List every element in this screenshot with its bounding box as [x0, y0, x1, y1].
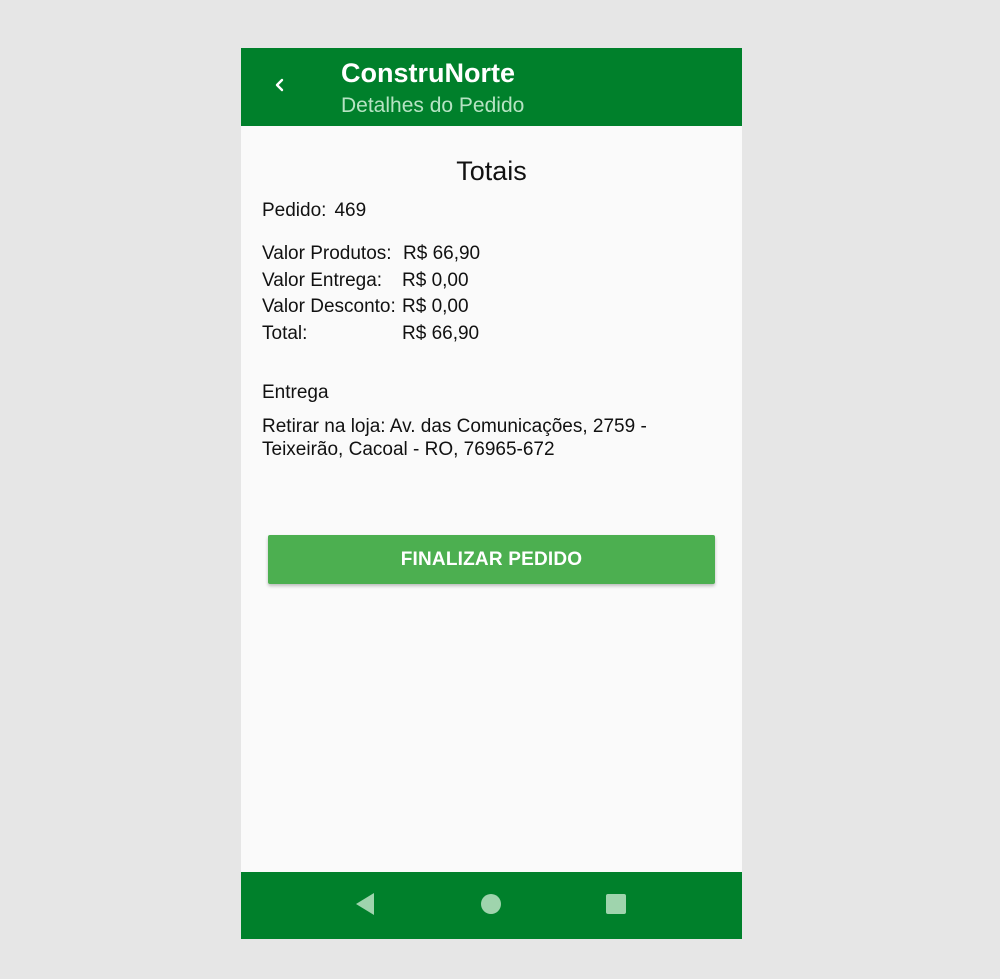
discount-value: R$ 0,00	[402, 296, 469, 317]
page-subtitle: Detalhes do Pedido	[341, 94, 525, 117]
app-bar: ConstruNorte Detalhes do Pedido	[241, 48, 742, 126]
products-value-label: Valor Produtos:	[262, 243, 392, 264]
back-button[interactable]	[267, 74, 293, 100]
discount-value-label: Valor Desconto:	[262, 296, 396, 317]
nav-home-button[interactable]	[479, 893, 503, 920]
nav-recents-button[interactable]	[604, 893, 628, 920]
system-nav-bar	[241, 872, 742, 939]
delivery-heading: Entrega	[262, 382, 329, 403]
finalize-order-button[interactable]: FINALIZAR PEDIDO	[268, 535, 715, 584]
order-number-row: Pedido: 469	[262, 200, 366, 222]
order-label: Pedido:	[262, 200, 327, 221]
totals-heading: Totais	[456, 156, 527, 186]
nav-back-button[interactable]	[353, 892, 377, 921]
order-number: 469	[334, 200, 367, 221]
order-details-content: Totais Pedido: 469 Valor Produtos: R$ 66,…	[241, 126, 742, 872]
square-recents-icon	[605, 893, 627, 920]
delivery-value-label: Valor Entrega:	[262, 269, 383, 291]
delivery-value: R$ 0,00	[402, 269, 469, 291]
circle-home-icon	[480, 893, 502, 920]
phone-screen: ConstruNorte Detalhes do Pedido Totais P…	[241, 48, 742, 939]
total-value-label: Total:	[262, 322, 308, 344]
products-value: R$ 66,90	[403, 243, 481, 264]
total-value: R$ 66,90	[402, 322, 480, 344]
delivery-address: Retirar na loja: Av. das Comunicações, 2…	[262, 416, 647, 460]
triangle-back-icon	[354, 892, 376, 921]
app-title: ConstruNorte	[341, 58, 515, 88]
chevron-left-icon	[273, 78, 287, 97]
